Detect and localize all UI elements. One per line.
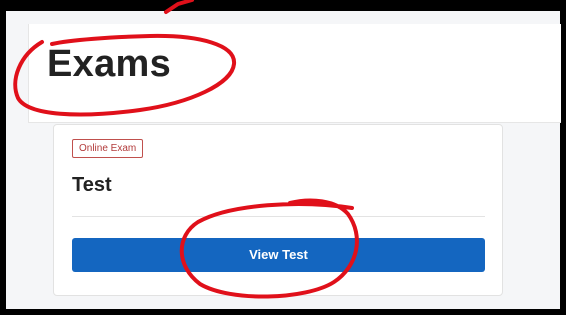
exam-type-badge: Online Exam — [72, 139, 144, 158]
exam-title: Test — [72, 174, 112, 196]
card-divider — [72, 216, 485, 217]
view-test-button[interactable]: View Test — [72, 238, 485, 272]
page-title: Exams — [47, 43, 172, 85]
exam-card: Online Exam Test View Test — [53, 124, 503, 296]
